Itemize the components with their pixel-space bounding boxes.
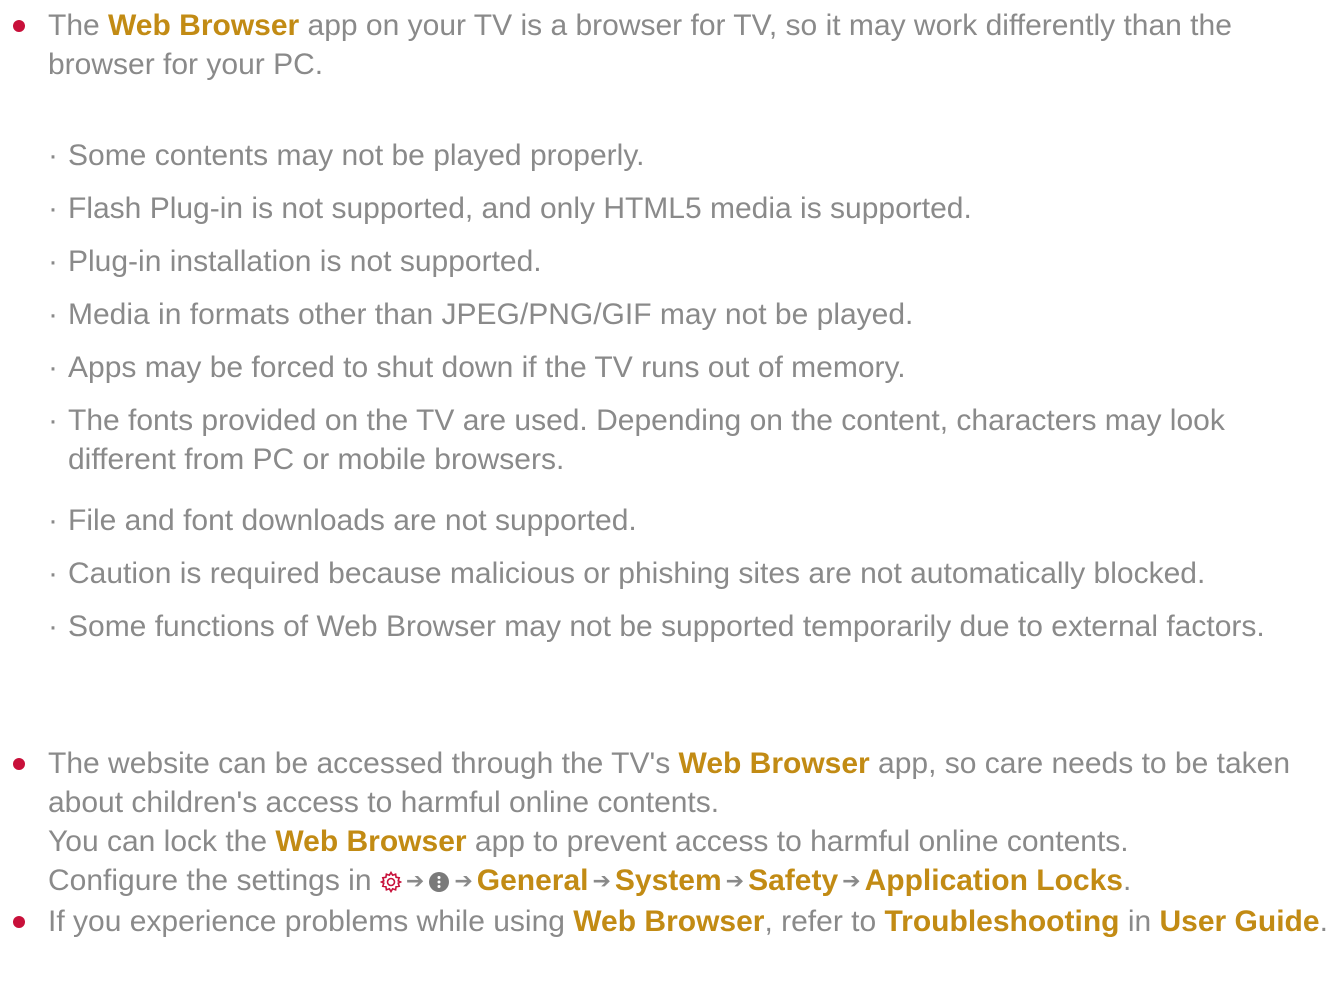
bullet-3-text-pre: If you experience problems while using <box>48 905 574 938</box>
period: . <box>1319 905 1328 938</box>
list-item-text: File and font downloads are not supporte… <box>68 504 637 537</box>
list-marker: · <box>48 557 58 590</box>
user-guide-highlight: User Guide <box>1159 905 1320 938</box>
list-item-text: Some functions of Web Browser may not be… <box>68 610 1265 643</box>
list-item: · Caution is required because malicious … <box>48 554 1333 607</box>
bullet-dot <box>13 916 25 928</box>
web-browser-highlight: Web Browser <box>275 825 467 858</box>
path-application-locks: Application Locks <box>864 864 1123 897</box>
list-item: · The fonts provided on the TV are used.… <box>48 401 1333 501</box>
arrow-icon: ➔ <box>842 868 861 893</box>
list-item-text: Apps may be forced to shut down if the T… <box>68 351 906 384</box>
more-icon <box>428 864 450 903</box>
list-item: · File and font downloads are not suppor… <box>48 501 1333 554</box>
list-marker: · <box>48 404 58 437</box>
bullet-2-line-1: The website can be accessed through the … <box>48 744 1333 822</box>
bullet-dot <box>13 20 25 32</box>
bullet-2-text-pre: The website can be accessed through the … <box>48 747 679 780</box>
list-marker: · <box>48 192 58 225</box>
arrow-icon: ➔ <box>725 868 745 893</box>
arrow-icon: ➔ <box>592 868 611 893</box>
list-item-text: Flash Plug-in is not supported, and only… <box>68 192 972 225</box>
bullet-3-text-mid: , refer to <box>764 905 885 938</box>
path-system: System <box>614 864 722 897</box>
web-browser-highlight: Web Browser <box>108 9 300 42</box>
troubleshooting-highlight: Troubleshooting <box>884 905 1120 938</box>
arrow-icon: ➔ <box>405 868 425 893</box>
list-item-text: Caution is required because malicious or… <box>68 557 1206 590</box>
list-item: · Flash Plug-in is not supported, and on… <box>48 189 1333 242</box>
bullet-item-2: The website can be accessed through the … <box>13 744 1333 903</box>
limitations-list: · Some contents may not be played proper… <box>48 136 1333 687</box>
bullet-item-3: If you experience problems while using W… <box>13 902 1333 941</box>
bullet-3-text-mid2: in <box>1119 905 1160 938</box>
path-general: General <box>476 864 589 897</box>
bullet-2-lock-pre: You can lock the <box>48 825 276 858</box>
bullet-dot <box>13 758 25 770</box>
list-item: · Media in formats other than JPEG/PNG/G… <box>48 295 1333 348</box>
list-marker: · <box>48 298 58 331</box>
list-marker: · <box>48 351 58 384</box>
web-browser-highlight: Web Browser <box>678 747 870 780</box>
list-item-text: Media in formats other than JPEG/PNG/GIF… <box>68 298 914 331</box>
settings-path-intro: Configure the settings in <box>48 864 380 897</box>
list-item-text: Plug-in installation is not supported. <box>68 245 542 278</box>
list-item-text: The fonts provided on the TV are used. D… <box>68 404 1225 476</box>
list-marker: · <box>48 610 58 643</box>
period: . <box>1122 864 1132 897</box>
gear-icon <box>379 864 403 903</box>
list-marker: · <box>48 139 58 172</box>
arrow-icon: ➔ <box>454 868 473 893</box>
list-marker: · <box>48 504 58 537</box>
bullet-2-line-2: You can lock the Web Browser app to prev… <box>48 822 1333 861</box>
list-item: · Some contents may not be played proper… <box>48 136 1333 189</box>
bullet-item-1: The Web Browser app on your TV is a brow… <box>13 6 1333 84</box>
settings-path: Configure the settings in ➔ ➔ General ➔ Syst… <box>48 861 1333 903</box>
list-item: · Plug-in installation is not supported. <box>48 242 1333 295</box>
path-safety: Safety <box>748 864 839 897</box>
bullet-1-text-pre: The <box>48 9 109 42</box>
list-marker: · <box>48 245 58 278</box>
bullet-2-lock-post: app to prevent access to harmful online … <box>466 825 1129 858</box>
web-browser-highlight: Web Browser <box>573 905 765 938</box>
list-item-text: Some contents may not be played properly… <box>68 139 645 172</box>
list-item: · Some functions of Web Browser may not … <box>48 607 1333 687</box>
list-item: · Apps may be forced to shut down if the… <box>48 348 1333 401</box>
